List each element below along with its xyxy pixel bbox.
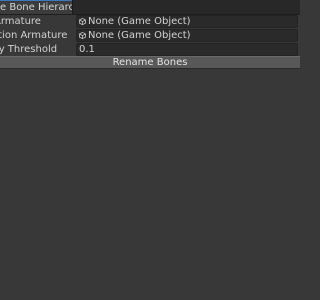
armature-label: Armature (0, 16, 41, 27)
tab-separator (72, 0, 73, 14)
armature-value: None (Game Object) (88, 16, 191, 27)
inspector-window: e Bone Hierarchy Armature None (Game Obj… (0, 0, 300, 300)
gameobject-icon (79, 32, 86, 39)
tab-title: e Bone Hierarchy (0, 2, 72, 13)
property-row-animation-armature: ation Armature None (Game Object) (0, 29, 300, 42)
threshold-label: ity Threshold (0, 44, 58, 55)
threshold-value: 0.1 (79, 44, 95, 55)
rename-bones-button[interactable]: Rename Bones (0, 56, 300, 69)
tab-bar: e Bone Hierarchy (0, 0, 300, 15)
threshold-float-field[interactable]: 0.1 (76, 43, 298, 56)
animation-armature-value: None (Game Object) (88, 30, 191, 41)
rename-bones-label: Rename Bones (112, 57, 188, 68)
tab-bone-hierarchy[interactable]: e Bone Hierarchy (0, 0, 72, 14)
animation-armature-object-field[interactable]: None (Game Object) (76, 29, 298, 42)
animation-armature-label: ation Armature (0, 30, 68, 41)
property-row-armature: Armature None (Game Object) (0, 15, 300, 28)
armature-object-field[interactable]: None (Game Object) (76, 15, 298, 28)
property-row-threshold: ity Threshold 0.1 (0, 43, 300, 56)
gameobject-icon (79, 18, 86, 25)
